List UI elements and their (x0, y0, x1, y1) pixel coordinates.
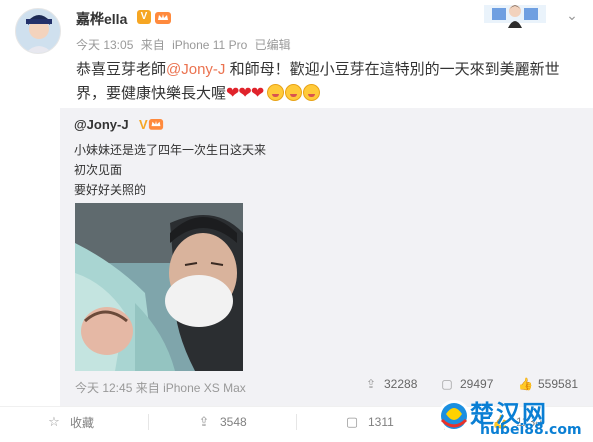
favorite-button[interactable]: ☆ 收藏 (46, 412, 94, 432)
post-source-prefix: 来自 (140, 38, 165, 52)
post-username[interactable]: 嘉桦ella (76, 9, 127, 29)
comment-count: 1311 (368, 415, 394, 429)
repost-stat-comments-count: 29497 (460, 377, 494, 391)
repost-button[interactable]: ⇪ 3548 (196, 412, 247, 432)
repost-source-prefix: 来自 (135, 381, 160, 395)
repost-icon: ⇪ (198, 414, 210, 429)
reposted-content: @Jony-J V 小妹妹还是选了四年一次生日这天来 初次见面 要好好关照的 今… (60, 108, 593, 406)
post-mention-link[interactable]: @Jony-J (166, 61, 225, 78)
vip-badge: V (137, 10, 151, 24)
post-edited-label: 已编辑 (254, 38, 291, 52)
repost-photo[interactable] (75, 203, 243, 371)
repost-icon: ⇪ (365, 377, 377, 391)
post-time[interactable]: 今天 13:05 (76, 38, 133, 52)
post-content: 恭喜豆芽老師@Jony-J 和師母！歡迎小豆芽在這特別的一天來到美麗新世界，要健… (76, 58, 576, 106)
favorite-label: 收藏 (70, 415, 95, 430)
repost-stat-comments[interactable]: ▢ 29497 (440, 377, 493, 391)
repost-meta: 今天 12:45 来自 iPhone XS Max (75, 379, 246, 396)
crown-badge-icon (155, 12, 171, 24)
watermark-url: hubei88.com (480, 422, 582, 438)
action-separator (296, 414, 297, 430)
repost-username[interactable]: @Jony-J (74, 117, 129, 132)
thumbs-up-icon: 👍 (518, 377, 533, 391)
repost-time[interactable]: 今天 12:45 (75, 381, 132, 395)
post-text-part-1: 恭喜豆芽老師 (76, 61, 167, 78)
repost-stat-likes-count: 559581 (538, 377, 579, 391)
repost-line: 要好好关照的 (74, 183, 147, 197)
blush-emoji-icon (267, 84, 285, 101)
post-meta: 今天 13:05 来自 iPhone 11 Pro 已编辑 (76, 36, 295, 53)
action-separator (148, 414, 149, 430)
user-avatar[interactable] (15, 8, 61, 54)
heart-emojis: ❤❤❤ (226, 85, 264, 102)
comment-icon: ▢ (441, 377, 453, 391)
blush-emoji-icon (285, 84, 303, 101)
repost-line: 初次见面 (74, 163, 123, 177)
comment-icon: ▢ (345, 414, 359, 429)
crown-badge-icon (148, 119, 164, 130)
repost-source[interactable]: iPhone XS Max (163, 381, 246, 395)
blush-emoji-icon (303, 84, 321, 101)
repost-stat-reposts[interactable]: ⇪ 32288 (364, 377, 417, 391)
repost-stat-reposts-count: 32288 (384, 377, 418, 391)
comment-button[interactable]: ▢ 1311 (344, 412, 394, 432)
weibo-post-card: 嘉桦ella V ⌄ 今天 13:05 来自 iPhone 11 Pro 已编辑… (0, 0, 593, 442)
sticker-decoration-icon (484, 5, 546, 28)
repost-stat-likes[interactable]: 👍 559581 (518, 377, 578, 391)
repost-count: 3548 (220, 415, 247, 429)
repost-line: 小妹妹还是选了四年一次生日这天来 (74, 143, 267, 157)
repost-vip-badge: V (139, 117, 148, 132)
chevron-down-icon[interactable]: ⌄ (565, 8, 579, 22)
repost-text: 小妹妹还是选了四年一次生日这天来 初次见面 要好好关照的 (74, 140, 266, 200)
post-source[interactable]: iPhone 11 Pro (172, 38, 247, 52)
star-icon: ☆ (48, 414, 60, 429)
